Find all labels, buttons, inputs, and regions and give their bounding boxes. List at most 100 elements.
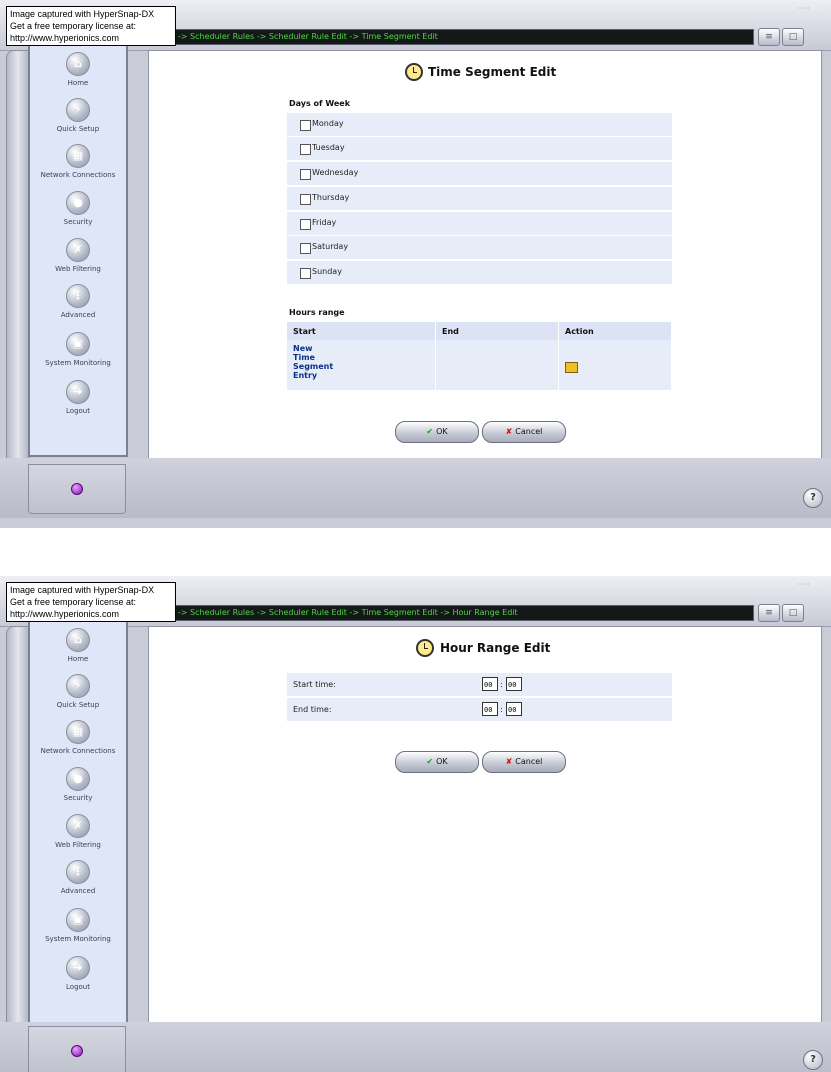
end-minute-input[interactable]: 00 <box>506 702 522 716</box>
network-icon: ▦ <box>66 144 90 168</box>
new-time-segment-entry-link[interactable]: New Time Segment Entry <box>293 344 429 380</box>
ok-button[interactable]: ✔ OK <box>395 751 479 773</box>
sidebar-item-logout[interactable]: ➜ Logout <box>30 380 126 415</box>
start-time-row: Start time: 00 : 00 <box>287 673 672 697</box>
new-entry-cell: New Time Segment Entry <box>287 340 436 390</box>
table-row: New Time Segment Entry <box>287 340 672 390</box>
window-icon[interactable]: □ <box>782 604 804 622</box>
cancel-button[interactable]: ✘ Cancel <box>482 751 566 773</box>
logout-icon: ➜ <box>66 956 90 980</box>
hours-range-heading: Hours range <box>289 308 345 317</box>
day-row-thursday: Thursday <box>287 187 672 211</box>
column-end: End <box>435 322 559 340</box>
thursday-checkbox[interactable] <box>300 194 311 205</box>
lightning-icon: ⚡ <box>66 98 90 122</box>
grip-icon: ···· <box>796 4 811 13</box>
lock-icon: ● <box>66 191 90 215</box>
window-bottom-bar: ? <box>0 1022 831 1072</box>
home-icon: ⌂ <box>66 52 90 76</box>
action-cell <box>558 340 672 390</box>
x-icon: ✘ <box>505 427 513 436</box>
clock-icon <box>405 63 423 81</box>
power-icon[interactable] <box>71 483 83 495</box>
home-icon: ⌂ <box>66 628 90 652</box>
start-minute-input[interactable]: 00 <box>506 677 522 691</box>
sidebar-footer <box>28 464 126 514</box>
filter-icon: ✗ <box>66 238 90 262</box>
frame-left-rail <box>6 626 30 1028</box>
column-start: Start <box>287 322 436 340</box>
column-action: Action <box>558 322 672 340</box>
day-row-sunday: Sunday <box>287 261 672 285</box>
cancel-button[interactable]: ✘ Cancel <box>482 421 566 443</box>
saturday-checkbox[interactable] <box>300 243 311 254</box>
advanced-icon: ⋮ <box>66 860 90 884</box>
days-of-week-heading: Days of Week <box>289 99 351 108</box>
sidebar-item-system-monitoring[interactable]: ▣ System Monitoring <box>30 908 126 943</box>
hours-range-table: Start End Action New Time Segment Entry <box>287 322 672 390</box>
sidebar-item-network-connections[interactable]: ▦ Network Connections <box>30 144 126 179</box>
network-icon[interactable]: ≡ <box>758 604 780 622</box>
sidebar-item-network-connections[interactable]: ▦ Network Connections <box>30 720 126 755</box>
sidebar-item-system-monitoring[interactable]: ▣ System Monitoring <box>30 332 126 367</box>
clock-icon <box>416 639 434 657</box>
add-entry-icon[interactable] <box>565 362 578 373</box>
frame-left-rail <box>6 50 30 472</box>
wednesday-checkbox[interactable] <box>300 169 311 180</box>
screenshot-time-segment-edit: anced -> Scheduler Rules -> Scheduler Ru… <box>0 0 831 528</box>
breadcrumb: anced -> Scheduler Rules -> Scheduler Ru… <box>150 29 754 45</box>
tuesday-checkbox[interactable] <box>300 144 311 155</box>
watermark: Image captured with HyperSnap-DX Get a f… <box>6 6 176 46</box>
check-icon: ✔ <box>426 427 434 436</box>
day-row-wednesday: Wednesday <box>287 162 672 186</box>
window-bottom-bar: ? <box>0 458 831 518</box>
window-icon[interactable]: □ <box>782 28 804 46</box>
end-time-row: End time: 00 : 00 <box>287 698 672 722</box>
watermark: Image captured with HyperSnap-DX Get a f… <box>6 582 176 622</box>
sidebar-footer <box>28 1026 126 1072</box>
sunday-checkbox[interactable] <box>300 268 311 279</box>
sidebar-item-security[interactable]: ● Security <box>30 767 126 802</box>
sidebar: ⌂ Home ⚡ Quick Setup ▦ Network Connectio… <box>28 30 128 457</box>
advanced-icon: ⋮ <box>66 284 90 308</box>
day-row-monday: Monday <box>287 113 672 137</box>
network-icon: ▦ <box>66 720 90 744</box>
sidebar: ⌂ Home ⚡ Quick Setup ▦ Network Connectio… <box>28 606 128 1028</box>
sidebar-item-quick-setup[interactable]: ⚡ Quick Setup <box>30 674 126 709</box>
sidebar-item-advanced[interactable]: ⋮ Advanced <box>30 284 126 319</box>
monitor-icon: ▣ <box>66 332 90 356</box>
table-header-row: Start End Action <box>287 322 672 340</box>
end-cell <box>435 340 559 390</box>
sidebar-item-logout[interactable]: ➜ Logout <box>30 956 126 991</box>
lock-icon: ● <box>66 767 90 791</box>
sidebar-item-advanced[interactable]: ⋮ Advanced <box>30 860 126 895</box>
ok-button[interactable]: ✔ OK <box>395 421 479 443</box>
breadcrumb: anced -> Scheduler Rules -> Scheduler Ru… <box>150 605 754 621</box>
screenshot-hour-range-edit: anced -> Scheduler Rules -> Scheduler Ru… <box>0 576 831 1072</box>
filter-icon: ✗ <box>66 814 90 838</box>
page-title: Time Segment Edit <box>428 65 557 79</box>
lightning-icon: ⚡ <box>66 674 90 698</box>
sidebar-item-home[interactable]: ⌂ Home <box>30 52 126 87</box>
sidebar-item-web-filtering[interactable]: ✗ Web Filtering <box>30 814 126 849</box>
day-row-friday: Friday <box>287 212 672 236</box>
sidebar-item-web-filtering[interactable]: ✗ Web Filtering <box>30 238 126 273</box>
network-icon[interactable]: ≡ <box>758 28 780 46</box>
check-icon: ✔ <box>426 757 434 766</box>
monitor-icon: ▣ <box>66 908 90 932</box>
friday-checkbox[interactable] <box>300 219 311 230</box>
power-icon[interactable] <box>71 1045 83 1057</box>
sidebar-item-security[interactable]: ● Security <box>30 191 126 226</box>
day-row-saturday: Saturday <box>287 236 672 260</box>
start-hour-input[interactable]: 00 <box>482 677 498 691</box>
sidebar-item-home[interactable]: ⌂ Home <box>30 628 126 663</box>
end-hour-input[interactable]: 00 <box>482 702 498 716</box>
monday-checkbox[interactable] <box>300 120 311 131</box>
page-title: Hour Range Edit <box>440 641 551 655</box>
sidebar-item-quick-setup[interactable]: ⚡ Quick Setup <box>30 98 126 133</box>
help-icon[interactable]: ? <box>803 488 823 508</box>
logout-icon: ➜ <box>66 380 90 404</box>
help-icon[interactable]: ? <box>803 1050 823 1070</box>
grip-icon: ···· <box>796 580 811 589</box>
day-row-tuesday: Tuesday <box>287 137 672 161</box>
